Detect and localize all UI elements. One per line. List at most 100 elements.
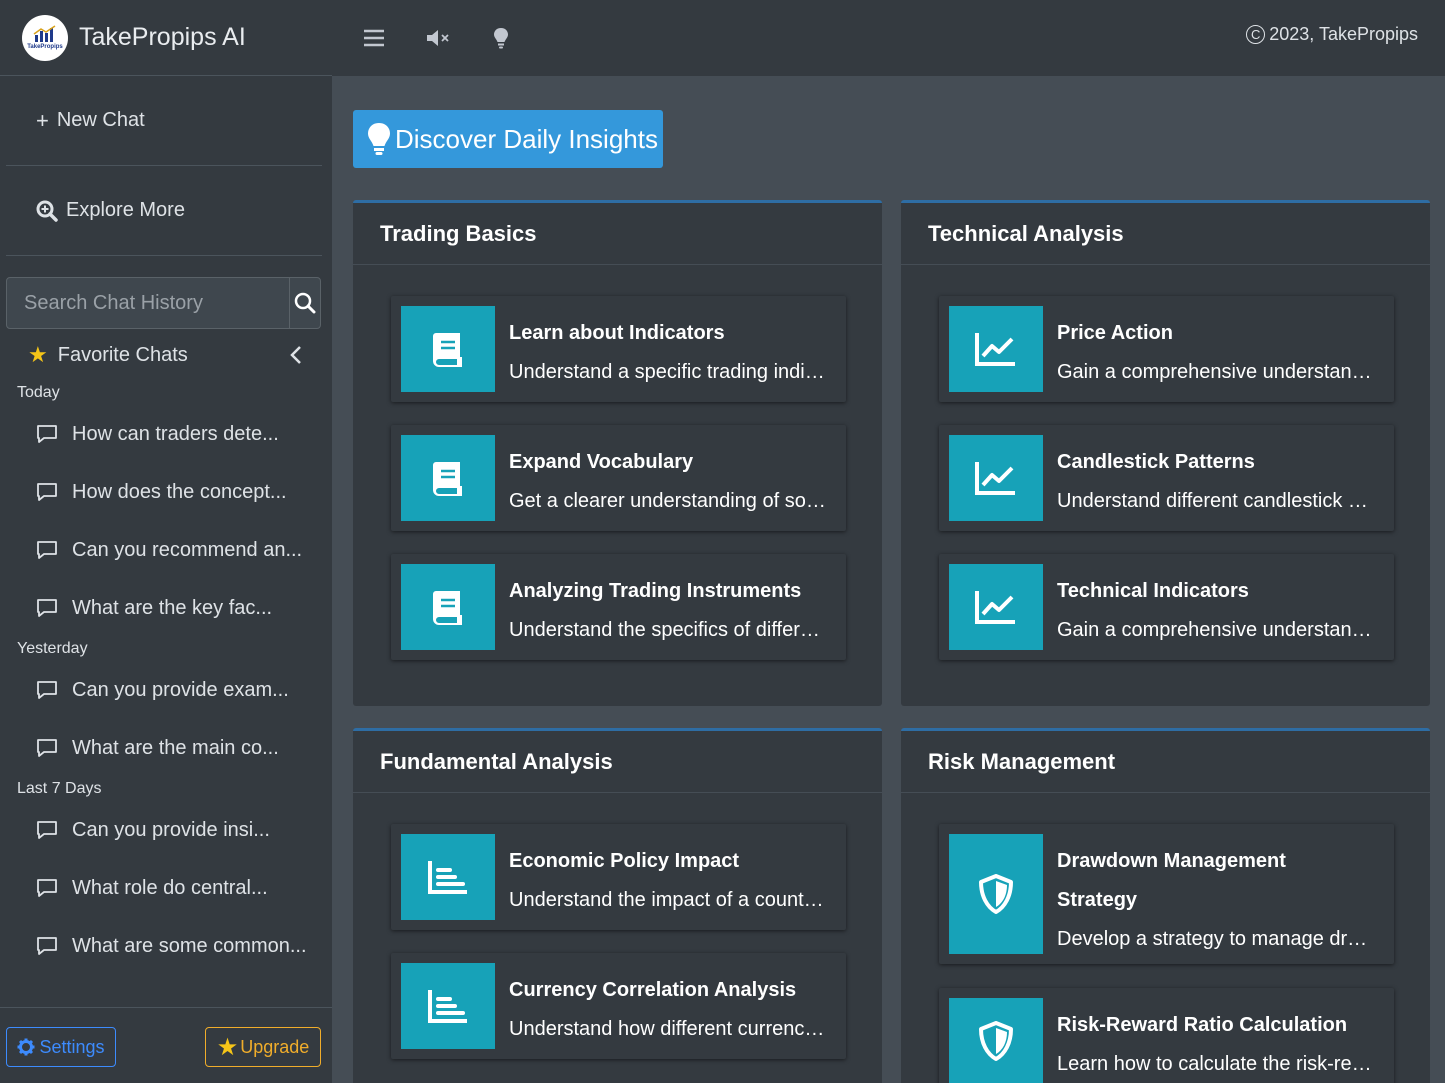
chat-history-search xyxy=(6,277,321,329)
chat-bubble-icon xyxy=(37,821,57,839)
logo-chart-icon xyxy=(33,25,56,42)
insight-card: Risk Management Drawdown Management Strat… xyxy=(901,728,1430,1083)
insight-prompt-description: Gain a comprehensive understanding of pr… xyxy=(1057,361,1376,383)
brand[interactable]: TakePropips TakePropips AI xyxy=(0,0,332,76)
chat-bubble-icon xyxy=(37,599,57,617)
new-chat-button[interactable]: + New Chat xyxy=(6,76,322,166)
new-chat-label: New Chat xyxy=(56,109,145,131)
chat-history-item[interactable]: Can you provide exam... xyxy=(0,661,332,719)
insight-prompt-title: Economic Policy Impact xyxy=(509,850,740,872)
chat-history-item[interactable]: What are the main co... xyxy=(0,719,332,777)
shield-icon xyxy=(949,834,1043,954)
shield-icon xyxy=(949,998,1043,1083)
sidebar-footer: Settings ★ Upgrade xyxy=(0,1007,332,1083)
menu-icon[interactable] xyxy=(359,24,389,52)
chat-history-item[interactable]: What are the key fac... xyxy=(0,579,332,637)
chevron-left-icon[interactable] xyxy=(290,345,302,365)
chat-bubble-icon xyxy=(37,483,57,501)
chat-bubble-icon xyxy=(37,937,57,955)
explore-more-label: Explore More xyxy=(66,199,185,221)
chart-bar-icon xyxy=(401,963,495,1049)
star-icon: ★ xyxy=(216,1033,239,1061)
book-icon xyxy=(401,306,495,392)
chart-line-icon xyxy=(949,564,1043,650)
insight-prompt-description: Understand the specifics of different in… xyxy=(509,619,828,641)
insight-prompt-title: Technical Indicators xyxy=(1057,580,1249,602)
chat-history-item-label: Can you recommend an... xyxy=(72,538,303,561)
explore-more-button[interactable]: Explore More xyxy=(6,166,322,256)
sidebar: TakePropips TakePropips AI + New Chat Ex… xyxy=(0,0,332,1083)
insight-prompt-text: Analyzing Trading Instruments Understand … xyxy=(509,572,828,650)
chat-group-label: Today xyxy=(17,384,60,401)
chat-history-item[interactable]: Can you provide insi... xyxy=(0,801,332,859)
insight-prompt-item[interactable]: Candlestick Patterns Understand different… xyxy=(939,425,1394,531)
insight-prompt-item[interactable]: Price Action Gain a comprehensive underst… xyxy=(939,296,1394,402)
insight-prompt-description: Develop a strategy to manage drawdowns xyxy=(1057,928,1376,950)
search-button[interactable] xyxy=(289,278,320,328)
chat-history-item[interactable]: Can you recommend an... xyxy=(0,521,332,579)
chat-history-item[interactable]: What are some common... xyxy=(0,917,332,975)
insight-prompt-text: Candlestick Patterns Understand different… xyxy=(1057,443,1376,521)
star-icon: ★ xyxy=(28,342,48,367)
insight-prompt-item[interactable]: Drawdown Management Strategy Develop a st… xyxy=(939,824,1394,964)
insight-prompt-title: Candlestick Patterns xyxy=(1057,451,1255,473)
chat-bubble-icon xyxy=(37,681,57,699)
mute-icon[interactable] xyxy=(424,24,454,52)
insight-prompt-item[interactable]: Economic Policy Impact Understand the imp… xyxy=(391,824,846,930)
insight-prompt-item[interactable]: Analyzing Trading Instruments Understand … xyxy=(391,554,846,660)
copyright-text: 2023, TakePropips xyxy=(1269,24,1418,44)
chat-history-item[interactable]: How does the concept... xyxy=(0,463,332,521)
copyright: C 2023, TakePropips xyxy=(1246,24,1418,45)
search-icon xyxy=(294,292,316,314)
card-title: Risk Management xyxy=(901,731,1430,793)
chat-history-item-label: Can you provide insi... xyxy=(72,818,270,841)
insight-prompt-title: Analyzing Trading Instruments xyxy=(509,580,802,602)
insight-card: Technical Analysis Price Action Gain a com… xyxy=(901,200,1430,706)
insight-prompt-item[interactable]: Currency Correlation Analysis Understand … xyxy=(391,953,846,1059)
chart-bar-icon xyxy=(401,834,495,920)
favorite-chats-toggle[interactable]: ★ Favorite Chats xyxy=(0,329,332,381)
insight-prompt-item[interactable]: Expand Vocabulary Get a clearer understan… xyxy=(391,425,846,531)
insight-prompt-title: Risk-Reward Ratio Calculation xyxy=(1057,1014,1348,1036)
insight-prompt-text: Risk-Reward Ratio Calculation Learn how t… xyxy=(1057,1006,1376,1083)
upgrade-button[interactable]: ★ Upgrade xyxy=(205,1027,321,1067)
chat-history-item-label: Can you provide exam... xyxy=(72,678,289,701)
insight-prompt-description: Understand how different currencies corr… xyxy=(509,1018,828,1040)
favorite-chats-label: Favorite Chats xyxy=(57,343,188,366)
chat-bubble-icon xyxy=(37,739,57,757)
copyright-icon: C xyxy=(1246,25,1266,44)
chart-line-icon xyxy=(949,435,1043,521)
insight-prompt-description: Understand different candlestick pattern… xyxy=(1057,490,1376,512)
lightbulb-icon[interactable] xyxy=(486,24,516,52)
card-title: Technical Analysis xyxy=(901,203,1430,265)
insight-prompt-item[interactable]: Learn about Indicators Understand a speci… xyxy=(391,296,846,402)
chat-history-list: Today How can traders dete... How does the… xyxy=(0,381,332,975)
logo: TakePropips xyxy=(22,14,68,61)
book-icon xyxy=(401,564,495,650)
upgrade-label: Upgrade xyxy=(240,1036,310,1057)
chat-history-item[interactable]: What role do central... xyxy=(0,859,332,917)
insight-prompt-description: Understand the impact of a country's pol… xyxy=(509,889,828,911)
logo-text: TakePropips xyxy=(27,44,63,50)
insight-prompt-title: Price Action xyxy=(1057,322,1173,344)
insight-prompt-item[interactable]: Technical Indicators Gain a comprehensive… xyxy=(939,554,1394,660)
insight-prompt-description: Learn how to calculate the risk-reward r… xyxy=(1057,1053,1376,1075)
chat-group-label: Yesterday xyxy=(17,640,88,657)
chat-bubble-icon xyxy=(37,879,57,897)
insight-card: Fundamental Analysis Economic Policy Impa… xyxy=(353,728,882,1083)
settings-button[interactable]: Settings xyxy=(6,1027,116,1067)
plus-icon: + xyxy=(36,107,49,133)
chat-history-item[interactable]: How can traders dete... xyxy=(0,405,332,463)
insight-prompt-description: Understand a specific trading indicator xyxy=(509,361,828,383)
search-input[interactable] xyxy=(7,278,289,328)
discover-daily-insights-button[interactable]: Discover Daily Insights xyxy=(353,110,663,168)
chat-group-label: Last 7 Days xyxy=(17,780,102,797)
insight-prompt-text: Drawdown Management Strategy Develop a st… xyxy=(1057,842,1376,959)
chat-history-item-label: How does the concept... xyxy=(72,480,287,503)
gear-icon xyxy=(17,1038,35,1056)
insight-prompt-title: Expand Vocabulary xyxy=(509,451,694,473)
card-title: Fundamental Analysis xyxy=(353,731,882,793)
insight-prompt-item[interactable]: Risk-Reward Ratio Calculation Learn how t… xyxy=(939,988,1394,1083)
chat-bubble-icon xyxy=(37,425,57,443)
insight-prompt-text: Economic Policy Impact Understand the imp… xyxy=(509,842,828,920)
